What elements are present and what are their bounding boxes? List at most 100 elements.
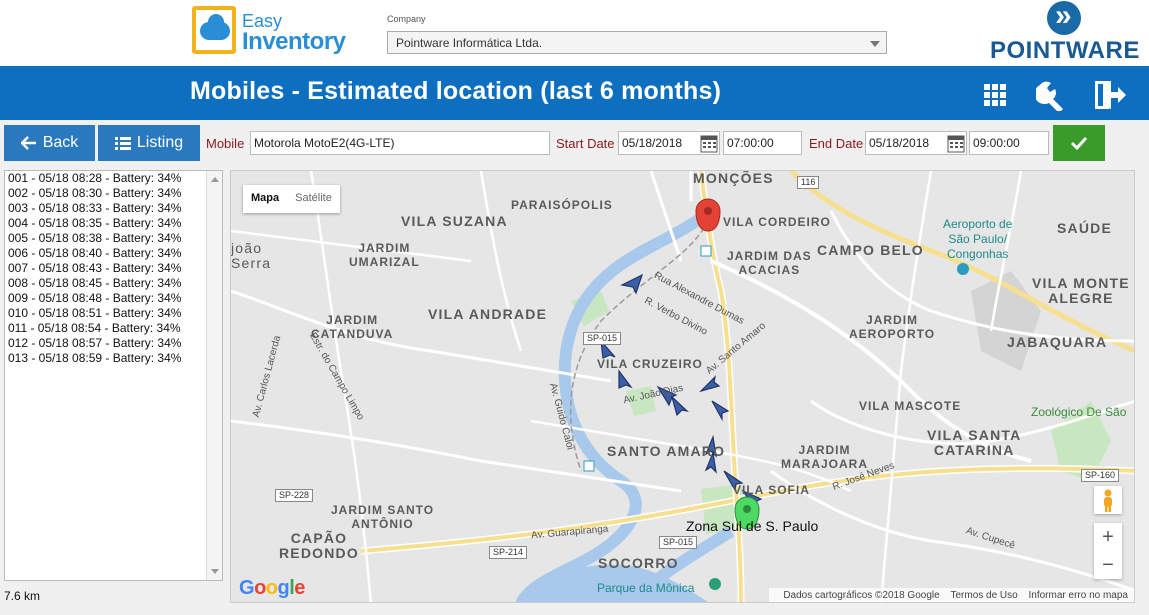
filter-toolbar: Back Listing Mobile Motorola MotoE2(4G-L…	[0, 120, 1149, 166]
place-label: JARDIM UMARIZAL	[349, 241, 420, 269]
list-item[interactable]: 002 - 05/18 08:30 - Battery: 34%	[5, 186, 222, 201]
area-label: Zona Sul de S. Paulo	[686, 518, 819, 534]
company-select-value: Pointware Informática Ltda.	[396, 36, 543, 50]
place-label: VILA CRUZEIRO	[597, 357, 703, 371]
place-label: Zoológico De São	[1031, 405, 1127, 419]
place-label: MONÇÕES	[693, 170, 774, 186]
place-label: VILA MONTE ALEGRE	[1032, 275, 1130, 306]
place-label: Aeroporto de São Paulo/ Congonhas	[943, 217, 1013, 261]
train-station-icon	[583, 460, 595, 472]
mobile-input[interactable]: Motorola MotoE2(4G-LTE)	[250, 131, 550, 155]
place-label: JARDIM CATANDUVA	[311, 313, 394, 341]
title-bar: Mobiles - Estimated location (last 6 mon…	[0, 66, 1149, 120]
list-item[interactable]: 001 - 05/18 08:28 - Battery: 34%	[5, 171, 222, 186]
map-attribution: Dados cartográficos ©2018 Google Termos …	[769, 588, 1134, 602]
map-view[interactable]: MONÇÕES VILA SUZANA PARAISÓPOLIS VILA CO…	[230, 170, 1135, 603]
zoom-in-button[interactable]: +	[1094, 523, 1122, 551]
company-select[interactable]: Pointware Informática Ltda.	[387, 31, 887, 54]
place-label: PARAISÓPOLIS	[511, 198, 613, 212]
train-station-icon	[700, 245, 712, 257]
report-error-link[interactable]: Informar erro no mapa	[1029, 590, 1129, 601]
content-area: 001 - 05/18 08:28 - Battery: 34% 002 - 0…	[0, 166, 1149, 615]
place-label: SANTO AMARO	[607, 443, 726, 459]
map-type-control[interactable]: Mapa Satélite	[243, 185, 340, 213]
listing-button-label: Listing	[136, 134, 184, 151]
scroll-up-icon[interactable]	[211, 177, 219, 182]
cloud-icon	[200, 14, 230, 40]
map-type-map-button[interactable]: Mapa	[243, 185, 287, 213]
terms-link[interactable]: Termos de Uso	[950, 590, 1017, 601]
google-logo: Google	[239, 577, 305, 599]
end-date-label: End Date	[809, 136, 864, 151]
scroll-down-icon[interactable]	[211, 569, 219, 574]
list-item[interactable]: 004 - 05/18 08:35 - Battery: 34%	[5, 216, 222, 231]
zoom-control[interactable]: + −	[1094, 523, 1122, 579]
place-label: VILA ANDRADE	[428, 306, 548, 322]
pointware-emblem-icon	[1047, 0, 1081, 35]
end-time-input[interactable]: 09:00:00	[969, 131, 1049, 155]
place-label: VILA SUZANA	[401, 213, 508, 229]
back-button-label: Back	[42, 134, 79, 151]
list-item[interactable]: 009 - 05/18 08:48 - Battery: 34%	[5, 291, 222, 306]
list-icon	[114, 137, 131, 150]
list-item[interactable]: 006 - 05/18 08:40 - Battery: 34%	[5, 246, 222, 261]
listing-button[interactable]: Listing	[98, 125, 200, 161]
road-shield: 116	[797, 176, 820, 189]
place-label: VILA SANTA CATARINA	[927, 427, 1022, 458]
back-button[interactable]: Back	[4, 125, 95, 161]
start-date-label: Start Date	[556, 136, 615, 151]
park-icon	[709, 578, 721, 590]
place-label: CAMPO BELO	[817, 242, 924, 258]
place-label: Parque da Mônica	[597, 581, 695, 595]
calendar-icon[interactable]	[699, 132, 719, 154]
list-item[interactable]: 003 - 05/18 08:33 - Battery: 34%	[5, 201, 222, 216]
list-item[interactable]: 008 - 05/18 08:45 - Battery: 34%	[5, 276, 222, 291]
place-label: JARDIM DAS ACACIAS	[727, 249, 812, 277]
street-view-pegman-icon[interactable]	[1094, 486, 1122, 514]
airport-icon	[957, 263, 969, 275]
easy-inventory-logo: Easy Inventory	[192, 5, 346, 57]
calendar-icon[interactable]	[946, 132, 966, 154]
place-label: VILA SOFIA	[733, 483, 810, 497]
check-icon	[1070, 136, 1088, 150]
start-location-marker	[695, 198, 721, 232]
start-time-input[interactable]: 07:00:00	[723, 131, 802, 155]
total-distance: 7.6 km	[4, 589, 41, 603]
place-label: joão Serra	[231, 240, 272, 271]
place-label: VILA CORDEIRO	[723, 215, 831, 229]
list-item[interactable]: 012 - 05/18 08:57 - Battery: 34%	[5, 336, 222, 351]
logo-text-inventory: Inventory	[242, 28, 346, 55]
logout-icon[interactable]	[1093, 79, 1126, 109]
list-item[interactable]: 007 - 05/18 08:43 - Battery: 34%	[5, 261, 222, 276]
road-shield: SP-015	[583, 332, 622, 345]
list-scrollbar[interactable]	[206, 171, 222, 580]
place-label: CAPÃO REDONDO	[279, 530, 359, 561]
chevron-down-icon	[870, 41, 880, 47]
zoom-out-button[interactable]: −	[1094, 551, 1122, 579]
readings-list[interactable]: 001 - 05/18 08:28 - Battery: 34% 002 - 0…	[4, 170, 223, 581]
pointware-logo: POINTWARE	[990, 0, 1145, 64]
road-shield: SP-160	[1081, 469, 1120, 482]
mobile-label: Mobile	[206, 136, 245, 151]
wrench-icon[interactable]	[1034, 79, 1066, 113]
map-type-satellite-button[interactable]: Satélite	[287, 185, 340, 213]
road-shield: SP-214	[489, 546, 528, 559]
place-label: JARDIM MARAJOARA	[781, 443, 868, 471]
grid-icon[interactable]	[980, 79, 1010, 109]
apply-filter-button[interactable]	[1053, 125, 1105, 161]
place-label: JABAQUARA	[1007, 334, 1108, 350]
place-label: JARDIM AEROPORTO	[849, 313, 936, 341]
place-label: VILA MASCOTE	[859, 399, 962, 413]
place-label: JARDIM SANTO ANTÔNIO	[331, 503, 435, 531]
place-label: SAÚDE	[1057, 220, 1113, 236]
list-item[interactable]: 010 - 05/18 08:51 - Battery: 34%	[5, 306, 222, 321]
arrow-left-icon	[20, 136, 36, 150]
list-item[interactable]: 013 - 05/18 08:59 - Battery: 34%	[5, 351, 222, 366]
top-bar: Easy Inventory Company Pointware Informá…	[0, 0, 1149, 66]
list-item[interactable]: 011 - 05/18 08:54 - Battery: 34%	[5, 321, 222, 336]
list-item[interactable]: 005 - 05/18 08:38 - Battery: 34%	[5, 231, 222, 246]
place-label: SOCORRO	[598, 555, 679, 571]
road-shield: SP-228	[275, 489, 314, 502]
company-label: Company	[387, 14, 426, 24]
pointware-logo-text: POINTWARE	[990, 37, 1140, 64]
